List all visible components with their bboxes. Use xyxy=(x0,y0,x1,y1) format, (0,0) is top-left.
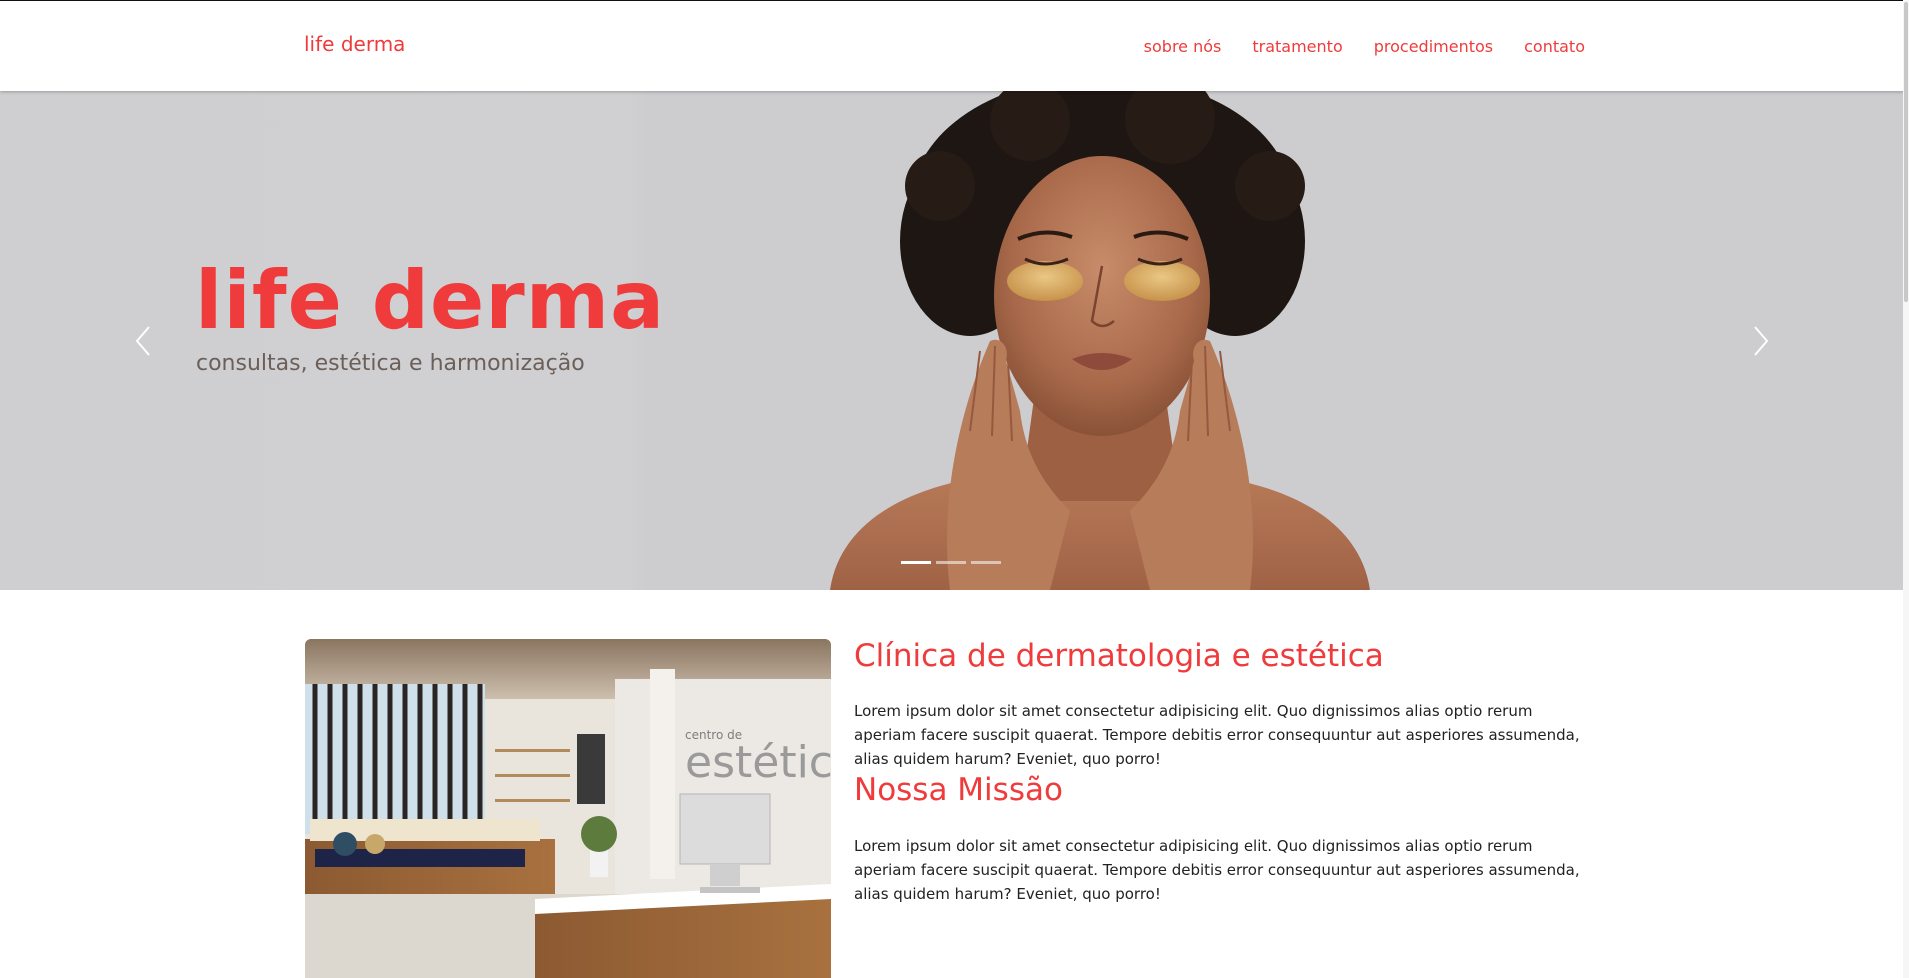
hero-title: life derma xyxy=(195,254,666,347)
nav-link-contato[interactable]: contato xyxy=(1524,37,1585,56)
clinic-image: centro de estétic xyxy=(305,639,831,978)
chevron-left-icon xyxy=(135,326,150,356)
section-heading-missao: Nossa Missão xyxy=(854,772,1063,808)
section-heading-clinica: Clínica de dermatologia e estética xyxy=(854,638,1384,674)
hero-subtitle: consultas, estética e harmonização xyxy=(196,351,585,376)
navbar: life derma sobre nós tratamento procedim… xyxy=(0,1,1909,91)
section-text-missao: Lorem ipsum dolor sit amet consectetur a… xyxy=(854,837,1580,903)
hero-carousel: life derma consultas, estética e harmoni… xyxy=(0,91,1903,590)
carousel-indicator-3[interactable] xyxy=(971,561,1001,564)
carousel-indicator-2[interactable] xyxy=(936,561,966,564)
nav-link-sobre-nos[interactable]: sobre nós xyxy=(1144,37,1222,56)
chevron-right-icon xyxy=(1754,326,1769,356)
carousel-indicator-1[interactable] xyxy=(901,561,931,564)
brand-link[interactable]: life derma xyxy=(304,32,405,56)
carousel-indicators xyxy=(901,561,1001,564)
nav-link-procedimentos[interactable]: procedimentos xyxy=(1374,37,1493,56)
clinic-reception-illustration: centro de estétic xyxy=(305,639,831,978)
page-scrollbar[interactable] xyxy=(1903,0,1909,978)
carousel-prev-button[interactable] xyxy=(123,316,163,366)
main-nav: sobre nós tratamento procedimentos conta… xyxy=(1144,37,1585,56)
hero-portrait-image xyxy=(830,91,1370,590)
section-text-clinica: Lorem ipsum dolor sit amet consectetur a… xyxy=(854,702,1580,768)
scrollbar-thumb[interactable] xyxy=(1904,2,1908,302)
carousel-next-button[interactable] xyxy=(1741,316,1781,366)
svg-text:estétic: estétic xyxy=(685,737,831,788)
nav-link-tratamento[interactable]: tratamento xyxy=(1252,37,1342,56)
